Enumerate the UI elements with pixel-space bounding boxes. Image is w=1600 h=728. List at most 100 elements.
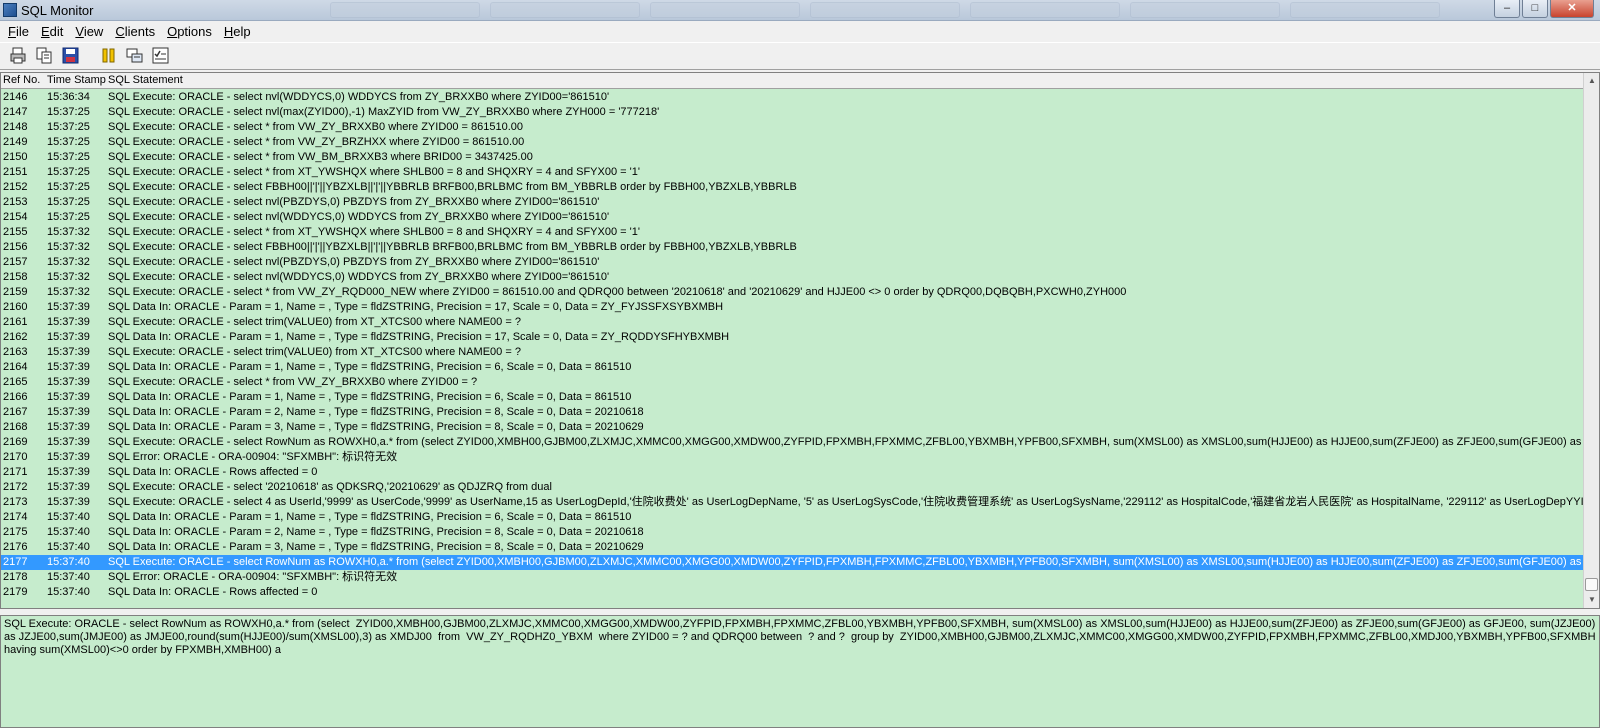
ref-cell: 2171 xyxy=(3,466,28,478)
table-row[interactable]: 2177 15:37:40 SQL Execute: ORACLE - select… xyxy=(1,555,1584,570)
table-row[interactable]: 2151 15:37:25 SQL Execute: ORACLE - select… xyxy=(1,165,1584,180)
menu-view[interactable]: View xyxy=(69,24,109,39)
pause-button[interactable] xyxy=(98,45,120,67)
table-row[interactable]: 2178 15:37:40 SQL Error: ORACLE - ORA-0090… xyxy=(1,570,1584,585)
ref-cell: 2168 xyxy=(3,421,28,433)
table-row[interactable]: 2175 15:37:40 SQL Data In: ORACLE - Param … xyxy=(1,525,1584,540)
table-row[interactable]: 2172 15:37:39 SQL Execute: ORACLE - select… xyxy=(1,480,1584,495)
menu-help[interactable]: Help xyxy=(218,24,257,39)
sql-cell: SQL Execute: ORACLE - select trim(VALUE0… xyxy=(108,316,521,328)
ref-cell: 2162 xyxy=(3,331,28,343)
table-row[interactable]: 2166 15:37:39 SQL Data In: ORACLE - Param … xyxy=(1,390,1584,405)
ref-cell: 2152 xyxy=(3,181,28,193)
ref-cell: 2153 xyxy=(3,196,28,208)
background-tab xyxy=(970,2,1120,18)
table-row[interactable]: 2154 15:37:25 SQL Execute: ORACLE - select… xyxy=(1,210,1584,225)
table-row[interactable]: 2168 15:37:39 SQL Data In: ORACLE - Param … xyxy=(1,420,1584,435)
table-row[interactable]: 2147 15:37:25 SQL Execute: ORACLE - select… xyxy=(1,105,1584,120)
sql-cell: SQL Execute: ORACLE - select FBBH00||'|'… xyxy=(108,241,797,253)
header-ref-no[interactable]: Ref No. xyxy=(3,74,40,86)
table-row[interactable]: 2165 15:37:39 SQL Execute: ORACLE - select… xyxy=(1,375,1584,390)
ref-cell: 2163 xyxy=(3,346,28,358)
ref-cell: 2156 xyxy=(3,241,28,253)
options-icon xyxy=(152,47,169,64)
print-icon xyxy=(10,47,26,64)
time-cell: 15:37:39 xyxy=(47,301,90,313)
app-icon xyxy=(3,3,17,17)
table-row[interactable]: 2146 15:36:34 SQL Execute: ORACLE - select… xyxy=(1,90,1584,105)
table-row[interactable]: 2169 15:37:39 SQL Execute: ORACLE - select… xyxy=(1,435,1584,450)
table-row[interactable]: 2173 15:37:39 SQL Execute: ORACLE - select… xyxy=(1,495,1584,510)
ref-cell: 2172 xyxy=(3,481,28,493)
table-row[interactable]: 2152 15:37:25 SQL Execute: ORACLE - select… xyxy=(1,180,1584,195)
time-cell: 15:37:40 xyxy=(47,571,90,583)
time-cell: 15:37:32 xyxy=(47,256,90,268)
sql-cell: SQL Data In: ORACLE - Rows affected = 0 xyxy=(108,466,318,478)
ref-cell: 2177 xyxy=(3,556,28,568)
header-time-stamp[interactable]: Time Stamp xyxy=(47,74,106,86)
menu-edit[interactable]: Edit xyxy=(35,24,69,39)
scroll-thumb[interactable] xyxy=(1585,578,1598,591)
background-tab xyxy=(810,2,960,18)
vertical-scrollbar[interactable]: ▲ ▼ xyxy=(1583,73,1599,608)
sql-cell: SQL Execute: ORACLE - select * from XT_Y… xyxy=(108,166,640,178)
table-row[interactable]: 2150 15:37:25 SQL Execute: ORACLE - select… xyxy=(1,150,1584,165)
table-row[interactable]: 2163 15:37:39 SQL Execute: ORACLE - select… xyxy=(1,345,1584,360)
ref-cell: 2169 xyxy=(3,436,28,448)
table-row[interactable]: 2157 15:37:32 SQL Execute: ORACLE - select… xyxy=(1,255,1584,270)
table-row[interactable]: 2161 15:37:39 SQL Execute: ORACLE - select… xyxy=(1,315,1584,330)
table-row[interactable]: 2148 15:37:25 SQL Execute: ORACLE - select… xyxy=(1,120,1584,135)
ref-cell: 2178 xyxy=(3,571,28,583)
copy-button[interactable] xyxy=(34,45,56,67)
sql-cell: SQL Execute: ORACLE - select nvl(PBZDYS,… xyxy=(108,256,600,268)
menu-file[interactable]: File xyxy=(2,24,35,39)
time-cell: 15:37:25 xyxy=(47,181,90,193)
time-cell: 15:37:39 xyxy=(47,421,90,433)
table-row[interactable]: 2174 15:37:40 SQL Data In: ORACLE - Param … xyxy=(1,510,1584,525)
scroll-up-arrow-icon[interactable]: ▲ xyxy=(1584,73,1599,89)
sql-cell: SQL Execute: ORACLE - select trim(VALUE0… xyxy=(108,346,521,358)
toolbar xyxy=(0,42,1600,70)
table-row[interactable]: 2156 15:37:32 SQL Execute: ORACLE - select… xyxy=(1,240,1584,255)
sql-log-grid[interactable]: Ref No. Time Stamp SQL Statement 2146 15:… xyxy=(0,72,1600,609)
time-cell: 15:37:39 xyxy=(47,316,90,328)
table-row[interactable]: 2167 15:37:39 SQL Data In: ORACLE - Param … xyxy=(1,405,1584,420)
header-sql-statement[interactable]: SQL Statement xyxy=(108,74,183,86)
minimize-button[interactable]: – xyxy=(1494,0,1520,18)
table-row[interactable]: 2158 15:37:32 SQL Execute: ORACLE - select… xyxy=(1,270,1584,285)
table-row[interactable]: 2149 15:37:25 SQL Execute: ORACLE - select… xyxy=(1,135,1584,150)
time-cell: 15:37:25 xyxy=(47,106,90,118)
sql-detail-pane[interactable]: SQL Execute: ORACLE - select RowNum as R… xyxy=(0,615,1600,728)
time-cell: 15:37:25 xyxy=(47,121,90,133)
ref-cell: 2161 xyxy=(3,316,28,328)
menu-clients[interactable]: Clients xyxy=(109,24,161,39)
close-button[interactable]: ✕ xyxy=(1550,0,1594,18)
sql-cell: SQL Execute: ORACLE - select RowNum as R… xyxy=(108,436,1584,448)
print-button[interactable] xyxy=(8,45,30,67)
clients-button[interactable] xyxy=(124,45,146,67)
table-row[interactable]: 2162 15:37:39 SQL Data In: ORACLE - Param … xyxy=(1,330,1584,345)
ref-cell: 2157 xyxy=(3,256,28,268)
table-row[interactable]: 2164 15:37:39 SQL Data In: ORACLE - Param … xyxy=(1,360,1584,375)
ref-cell: 2176 xyxy=(3,541,28,553)
table-row[interactable]: 2170 15:37:39 SQL Error: ORACLE - ORA-0090… xyxy=(1,450,1584,465)
table-row[interactable]: 2155 15:37:32 SQL Execute: ORACLE - select… xyxy=(1,225,1584,240)
table-row[interactable]: 2176 15:37:40 SQL Data In: ORACLE - Param … xyxy=(1,540,1584,555)
table-row[interactable]: 2160 15:37:39 SQL Data In: ORACLE - Param … xyxy=(1,300,1584,315)
time-cell: 15:37:40 xyxy=(47,586,90,598)
maximize-button[interactable]: □ xyxy=(1522,0,1548,18)
ref-cell: 2174 xyxy=(3,511,28,523)
scroll-down-arrow-icon[interactable]: ▼ xyxy=(1584,592,1599,608)
save-log-button[interactable] xyxy=(60,45,82,67)
time-cell: 15:37:39 xyxy=(47,361,90,373)
ref-cell: 2175 xyxy=(3,526,28,538)
menu-options[interactable]: Options xyxy=(161,24,218,39)
time-cell: 15:37:39 xyxy=(47,406,90,418)
table-row[interactable]: 2179 15:37:40 SQL Data In: ORACLE - Rows a… xyxy=(1,585,1584,600)
table-row[interactable]: 2159 15:37:32 SQL Execute: ORACLE - select… xyxy=(1,285,1584,300)
sql-cell: SQL Execute: ORACLE - select FBBH00||'|'… xyxy=(108,181,797,193)
table-row[interactable]: 2153 15:37:25 SQL Execute: ORACLE - select… xyxy=(1,195,1584,210)
options-button[interactable] xyxy=(150,45,172,67)
table-row[interactable]: 2171 15:37:39 SQL Data In: ORACLE - Rows a… xyxy=(1,465,1584,480)
time-cell: 15:37:32 xyxy=(47,226,90,238)
